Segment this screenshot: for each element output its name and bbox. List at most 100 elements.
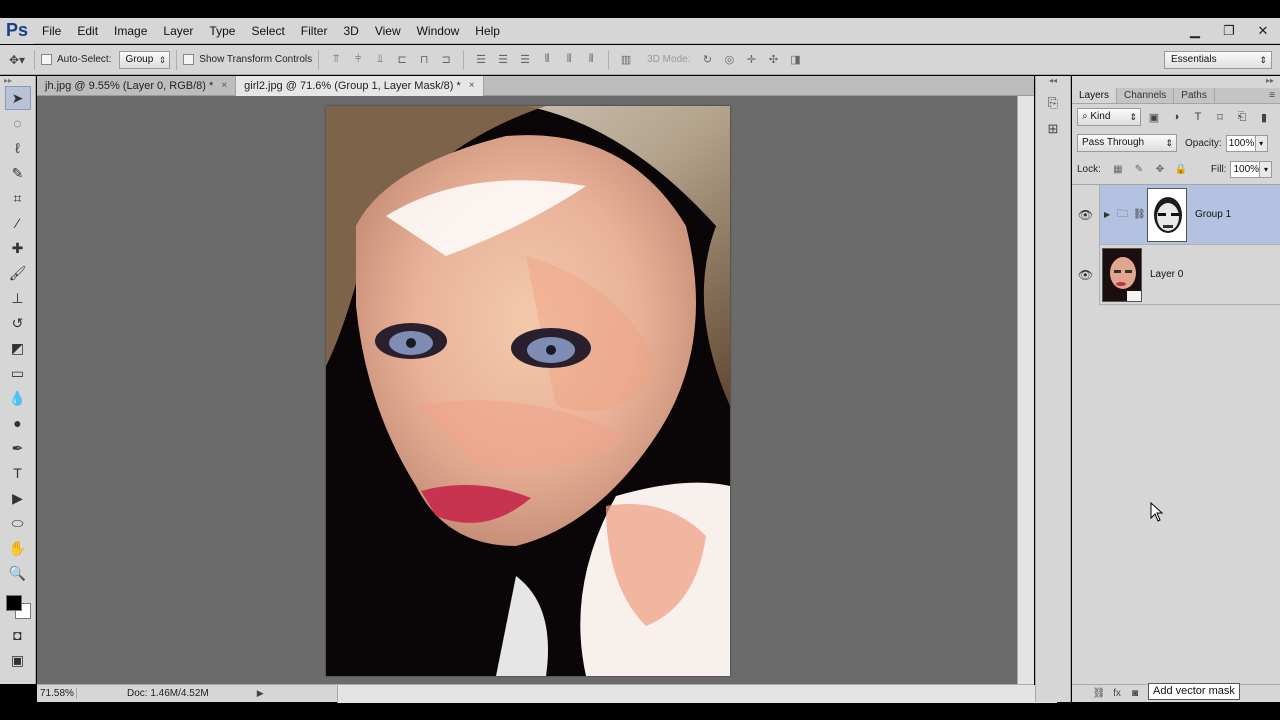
align-left-icon[interactable]: ⊏ bbox=[394, 53, 410, 67]
lock-all-icon[interactable]: 🔒 bbox=[1173, 161, 1189, 177]
close-tab-icon[interactable]: × bbox=[221, 76, 227, 96]
distribute-left-icon[interactable]: ⦀ bbox=[539, 53, 555, 67]
foreground-color-swatch[interactable] bbox=[5, 595, 22, 611]
close-tab-icon[interactable]: × bbox=[469, 76, 475, 96]
path-select-tool-icon[interactable]: ▶ bbox=[5, 486, 31, 510]
adjustment-filter-icon[interactable]: ◑ bbox=[1167, 108, 1185, 126]
fx-icon[interactable]: fx bbox=[1108, 688, 1126, 699]
crop-tool-icon[interactable]: ⌗ bbox=[5, 186, 31, 210]
menu-file[interactable]: File bbox=[34, 18, 69, 44]
3d-pan-icon[interactable]: ✛ bbox=[743, 53, 759, 67]
clone-stamp-tool-icon[interactable]: ⊥ bbox=[5, 286, 31, 310]
tab-channels[interactable]: Channels bbox=[1117, 88, 1175, 103]
pixel-filter-icon[interactable]: ▣ bbox=[1145, 108, 1163, 126]
auto-select-checkbox[interactable]: Auto-Select: bbox=[41, 54, 111, 65]
layer-row-layer-0[interactable]: 👁 Layer 0 bbox=[1072, 244, 1280, 305]
menu-3d[interactable]: 3D bbox=[335, 18, 366, 44]
visibility-toggle[interactable]: 👁 bbox=[1072, 184, 1100, 245]
move-tool-icon[interactable]: ➤ bbox=[4, 86, 31, 110]
panel-collapse-icon[interactable]: ▸▸ bbox=[1072, 76, 1280, 88]
align-bottom-icon[interactable]: ⫫ bbox=[372, 53, 388, 67]
align-hcenter-icon[interactable]: ⊓ bbox=[416, 53, 432, 67]
brush-tool-icon[interactable]: 🖌 bbox=[5, 261, 31, 285]
shape-filter-icon[interactable]: ⌑ bbox=[1211, 108, 1229, 126]
lasso-tool-icon[interactable]: ℓ bbox=[5, 136, 31, 160]
tab-layers[interactable]: Layers bbox=[1072, 88, 1118, 103]
history-brush-tool-icon[interactable]: ↺ bbox=[5, 311, 31, 335]
opacity-field[interactable]: 100% bbox=[1225, 134, 1256, 152]
link-icon[interactable]: ⛓ bbox=[1133, 209, 1146, 220]
doc-tab-girl2[interactable]: girl2.jpg @ 71.6% (Group 1, Layer Mask/8… bbox=[236, 76, 484, 96]
gradient-tool-icon[interactable]: ▭ bbox=[5, 361, 31, 385]
distribute-hcenter-icon[interactable]: ⦀ bbox=[561, 53, 577, 67]
auto-select-dropdown[interactable]: Group bbox=[119, 50, 171, 69]
close-button[interactable]: ✕ bbox=[1246, 18, 1280, 44]
menu-image[interactable]: Image bbox=[106, 18, 155, 44]
lock-transparent-icon[interactable]: ▦ bbox=[1110, 161, 1126, 177]
document-size-info[interactable]: Doc: 1.46M/4.52M bbox=[127, 688, 209, 699]
3d-slide-icon[interactable]: ✣ bbox=[765, 53, 781, 67]
menu-type[interactable]: Type bbox=[201, 18, 243, 44]
healing-brush-tool-icon[interactable]: ✚ bbox=[5, 236, 31, 260]
distribute-top-icon[interactable]: ☰ bbox=[473, 53, 489, 67]
status-menu-arrow-icon[interactable]: ▶ bbox=[257, 688, 264, 699]
layer-thumbnail[interactable] bbox=[1102, 247, 1142, 302]
lock-image-icon[interactable]: ✎ bbox=[1131, 161, 1147, 177]
marquee-tool-icon[interactable]: ◌ bbox=[5, 111, 31, 135]
quick-mask-icon[interactable]: ◘ bbox=[5, 623, 31, 647]
menu-help[interactable]: Help bbox=[467, 18, 508, 44]
3d-roll-icon[interactable]: ◎ bbox=[721, 53, 737, 67]
align-top-icon[interactable]: ⫪ bbox=[328, 53, 344, 67]
history-panel-icon[interactable]: ⎘ bbox=[1041, 92, 1065, 114]
menu-edit[interactable]: Edit bbox=[69, 18, 106, 44]
layer-name[interactable]: Layer 0 bbox=[1150, 269, 1183, 280]
type-tool-icon[interactable]: T bbox=[5, 461, 31, 485]
properties-panel-icon[interactable]: ⊞ bbox=[1041, 118, 1065, 140]
menu-select[interactable]: Select bbox=[243, 18, 292, 44]
kind-filter-dropdown[interactable]: ⌕ Kind bbox=[1077, 108, 1141, 126]
panel-menu-icon[interactable]: ≡ bbox=[1269, 88, 1280, 103]
shape-tool-icon[interactable]: ⬭ bbox=[5, 511, 31, 535]
show-transform-checkbox[interactable]: Show Transform Controls bbox=[183, 54, 312, 65]
opacity-arrow-icon[interactable]: ▾ bbox=[1255, 134, 1268, 152]
link-layers-icon[interactable]: ⛓ bbox=[1090, 688, 1108, 699]
menu-layer[interactable]: Layer bbox=[155, 18, 201, 44]
fill-field[interactable]: 100% bbox=[1230, 160, 1261, 178]
pen-tool-icon[interactable]: ✒ bbox=[5, 436, 31, 460]
3d-scale-icon[interactable]: ◨ bbox=[787, 53, 803, 67]
restore-button[interactable]: ❐ bbox=[1212, 18, 1246, 44]
minimize-button[interactable]: ▁ bbox=[1178, 18, 1212, 44]
doc-tab-jh[interactable]: jh.jpg @ 9.55% (Layer 0, RGB/8) * × bbox=[37, 76, 237, 96]
align-right-icon[interactable]: ⊐ bbox=[438, 53, 454, 67]
layer-name[interactable]: Group 1 bbox=[1195, 209, 1231, 220]
type-filter-icon[interactable]: T bbox=[1189, 108, 1207, 126]
layer-row-group-1[interactable]: 👁 ▶ 🗀 ⛓ Group 1 bbox=[1072, 184, 1280, 245]
eyedropper-tool-icon[interactable]: ⁄ bbox=[5, 211, 31, 235]
menu-view[interactable]: View bbox=[367, 18, 409, 44]
zoom-tool-icon[interactable]: 🔍 bbox=[5, 561, 31, 585]
auto-align-icon[interactable]: ▥ bbox=[618, 53, 634, 67]
3d-rotate-icon[interactable]: ↻ bbox=[699, 53, 715, 67]
smart-object-filter-icon[interactable]: ⎗ bbox=[1233, 108, 1251, 126]
lock-position-icon[interactable]: ✥ bbox=[1152, 161, 1168, 177]
distribute-right-icon[interactable]: ⦀ bbox=[583, 53, 599, 67]
vertical-scrollbar[interactable] bbox=[1017, 96, 1034, 684]
move-tool-preset-icon[interactable]: ✥▾ bbox=[7, 50, 27, 70]
dock-grip[interactable]: ◂◂ bbox=[1036, 76, 1070, 88]
blend-mode-dropdown[interactable]: Pass Through bbox=[1077, 134, 1177, 152]
layer-mask-thumbnail[interactable] bbox=[1147, 187, 1187, 242]
add-mask-icon[interactable]: ◙ bbox=[1126, 688, 1144, 699]
expand-arrow-icon[interactable]: ▶ bbox=[1104, 210, 1114, 219]
eraser-tool-icon[interactable]: ◩ bbox=[5, 336, 31, 360]
fill-arrow-icon[interactable]: ▾ bbox=[1260, 160, 1273, 178]
screen-mode-icon[interactable]: ▣ bbox=[5, 648, 31, 672]
filter-toggle-icon[interactable]: ▮ bbox=[1255, 108, 1273, 126]
distribute-vcenter-icon[interactable]: ☰ bbox=[495, 53, 511, 67]
menu-filter[interactable]: Filter bbox=[293, 18, 336, 44]
dodge-tool-icon[interactable]: ● bbox=[5, 411, 31, 435]
panel-grip[interactable]: ▸▸ bbox=[0, 76, 35, 86]
menu-window[interactable]: Window bbox=[409, 18, 468, 44]
visibility-toggle[interactable]: 👁 bbox=[1072, 244, 1100, 305]
document-canvas[interactable] bbox=[326, 106, 730, 676]
tab-paths[interactable]: Paths bbox=[1174, 88, 1215, 103]
